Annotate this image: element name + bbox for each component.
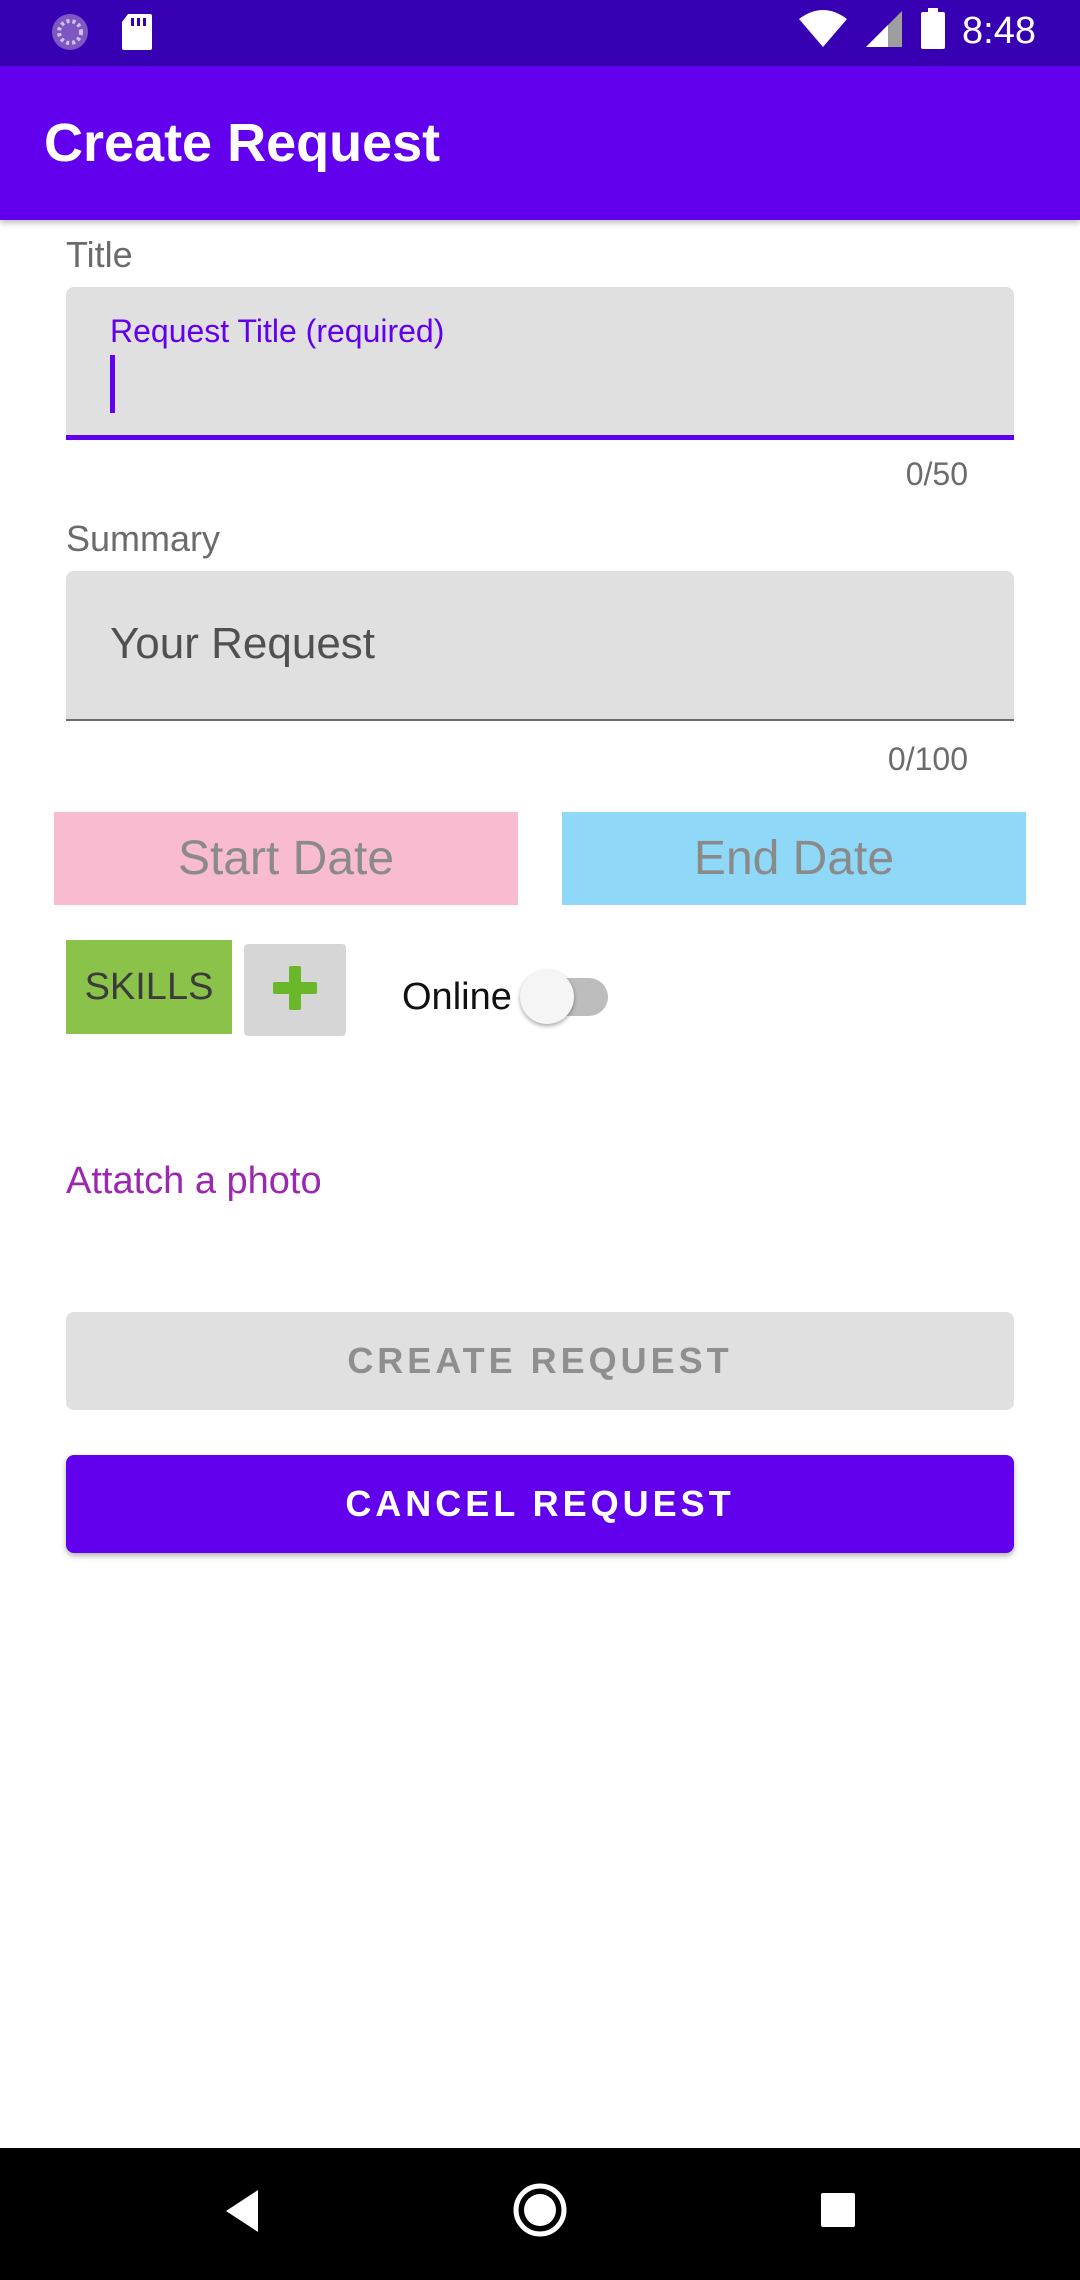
add-skill-button[interactable]: [244, 944, 346, 1036]
status-bar: 8:48: [0, 0, 1080, 66]
home-icon[interactable]: [512, 2182, 568, 2243]
recents-icon[interactable]: [818, 2190, 858, 2235]
wifi-icon: [798, 9, 848, 54]
end-date-button[interactable]: End Date: [562, 812, 1026, 905]
title-floating-label: Request Title (required): [110, 313, 445, 349]
summary-char-counter: 0/100: [887, 741, 968, 777]
signal-icon: [864, 9, 904, 54]
summary-input[interactable]: Your Request: [66, 571, 1014, 721]
text-cursor: [110, 355, 115, 413]
attach-photo-link[interactable]: Attatch a photo: [66, 1160, 322, 1203]
cancel-request-button[interactable]: CANCEL REQUEST: [66, 1455, 1014, 1553]
clock: 8:48: [962, 10, 1036, 52]
title-char-counter: 0/50: [905, 456, 968, 492]
battery-icon: [920, 8, 946, 55]
start-date-button[interactable]: Start Date: [54, 812, 518, 905]
summary-placeholder: Your Request: [110, 619, 376, 668]
plus-icon: [269, 962, 321, 1019]
online-label: Online: [402, 976, 512, 1018]
summary-label: Summary: [66, 518, 221, 559]
sync-icon: [50, 12, 90, 57]
title-input[interactable]: Request Title (required): [66, 287, 1014, 440]
online-switch-thumb[interactable]: [520, 970, 574, 1024]
back-icon[interactable]: [222, 2186, 262, 2241]
navigation-bar: [0, 2148, 1080, 2280]
app-bar: Create Request: [0, 66, 1080, 220]
skills-chip[interactable]: SKILLS: [66, 940, 232, 1034]
sd-card-icon: [120, 12, 154, 57]
title-label: Title: [66, 234, 133, 275]
create-request-button[interactable]: CREATE REQUEST: [66, 1312, 1014, 1410]
page-title: Create Request: [44, 113, 441, 173]
